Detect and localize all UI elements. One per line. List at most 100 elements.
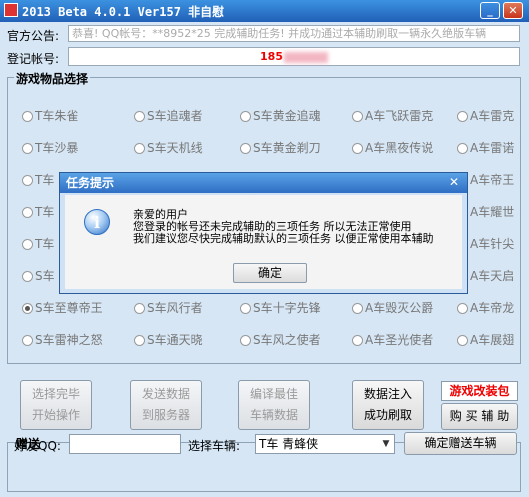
radio-button-icon[interactable] [134,143,145,154]
item-radio-label: S车通天晓 [147,333,203,347]
task-dialog: 任务提示 ✕ i 亲爱的用户 您登录的帐号还未完成辅助的三项任务 所以无法正常使… [59,172,468,294]
item-radio-label: S车 [35,269,55,283]
compile-data-button[interactable]: 编译最佳 车辆数据 [238,380,310,430]
item-radio[interactable]: T车 [22,172,54,188]
item-radio[interactable]: S车至尊帝王 [22,300,103,316]
item-radio-label: S车黄金追魂 [253,109,321,123]
radio-button-icon[interactable] [22,303,33,314]
item-radio[interactable]: A车帝龙 [457,300,514,316]
item-radio-label: S车追魂者 [147,109,203,123]
item-radio[interactable]: A车展翅 [457,332,514,348]
notice-label: 官方公告: [7,29,60,43]
item-radio[interactable]: A车雷诺 [457,140,514,156]
account-field: 185 [68,47,520,66]
item-radio[interactable]: A车黑夜传说 [352,140,433,156]
radio-button-icon[interactable] [457,335,468,346]
item-radio-label: S车黄金剃刀 [253,141,321,155]
info-icon: i [84,209,110,235]
item-radio[interactable]: S车风行者 [134,300,203,316]
close-button[interactable]: ✕ [503,2,523,19]
radio-button-icon[interactable] [22,271,33,282]
close-icon[interactable]: ✕ [445,175,463,190]
item-radio-label: A车雷克 [470,109,515,123]
start-operation-button[interactable]: 选择完毕 开始操作 [20,380,92,430]
inject-data-button[interactable]: 数据注入 成功刷取 [352,380,424,430]
item-radio-label: S车雷神之怒 [35,333,103,347]
notice-field: 恭喜! QQ帐号：**8952*25 完成辅助任务! 并成功通过本辅助刷取一辆永… [68,25,520,42]
item-radio[interactable]: S车黄金追魂 [240,108,321,124]
radio-button-icon[interactable] [22,335,33,346]
item-radio[interactable]: S车风之使者 [240,332,321,348]
radio-button-icon[interactable] [22,175,33,186]
radio-button-icon[interactable] [22,111,33,122]
vehicle-label: 选择车辆: [188,439,241,453]
item-radio-label: A车帝王 [470,173,515,187]
item-radio[interactable]: S车 [22,268,55,284]
upgrade-pack-button[interactable]: 游戏改装包 [441,381,518,401]
item-radio-label: A车针尖 [470,237,515,251]
vehicle-select[interactable]: T车 青蜂侠 ▼ [255,434,395,454]
radio-button-icon[interactable] [240,335,251,346]
item-radio-label: A车天启 [470,269,515,283]
compile-data-line2: 车辆数据 [249,408,298,422]
radio-button-icon[interactable] [352,335,363,346]
radio-button-icon[interactable] [134,111,145,122]
item-radio-label: S车十字先锋 [253,301,321,315]
item-radio-label: S车天机线 [147,141,203,155]
start-operation-line1: 选择完毕 [31,387,80,401]
radio-button-icon[interactable] [352,111,363,122]
inject-data-line2: 成功刷取 [363,408,412,422]
item-radio-label: T车 [35,173,55,187]
radio-button-icon[interactable] [240,111,251,122]
radio-button-icon[interactable] [352,303,363,314]
buy-button[interactable]: 购 买 辅 助 [441,403,518,430]
item-radio[interactable]: T车 [22,204,54,220]
confirm-gift-button[interactable]: 确定赠送车辆 [404,432,517,455]
dialog-message-line3: 我们建议您尽快完成辅助默认的三项任务 以便正常使用本辅助 [133,232,434,245]
item-radio-label: S车风之使者 [253,333,321,347]
radio-button-icon[interactable] [22,207,33,218]
radio-button-icon[interactable] [352,143,363,154]
item-radio-label: A车帝龙 [470,301,515,315]
chevron-down-icon[interactable]: ▼ [378,435,394,453]
radio-button-icon[interactable] [134,335,145,346]
item-radio[interactable]: A车雷克 [457,108,514,124]
item-radio-label: A车圣光使者 [365,333,434,347]
dialog-ok-button[interactable]: 确定 [233,263,307,283]
window-title: 2013 Beta 4.0.1 Ver157 非自慰 [22,5,225,19]
item-radio[interactable]: S车雷神之怒 [22,332,103,348]
item-radio[interactable]: T车朱雀 [22,108,78,124]
friend-qq-label: 好友QQ: [14,439,61,453]
item-radio[interactable]: S车黄金剃刀 [240,140,321,156]
item-radio[interactable]: A车圣光使者 [352,332,433,348]
radio-button-icon[interactable] [240,303,251,314]
item-radio[interactable]: S车天机线 [134,140,203,156]
compile-data-line1: 编译最佳 [249,387,298,401]
dialog-title: 任务提示 [60,173,467,193]
item-radio[interactable]: S车通天晓 [134,332,203,348]
radio-button-icon[interactable] [22,239,33,250]
radio-button-icon[interactable] [134,303,145,314]
item-radio-label: A车雷诺 [470,141,515,155]
dialog-title-text: 任务提示 [66,176,115,190]
item-radio-label: T车 [35,205,55,219]
radio-button-icon[interactable] [457,303,468,314]
item-radio[interactable]: A车飞跃雷克 [352,108,433,124]
radio-button-icon[interactable] [457,111,468,122]
account-value: 185 [260,50,283,63]
item-radio[interactable]: T车 [22,236,54,252]
item-radio[interactable]: S车十字先锋 [240,300,321,316]
minimize-button[interactable]: _ [480,2,500,19]
friend-qq-input[interactable] [69,434,181,454]
start-operation-line2: 开始操作 [31,408,80,422]
radio-button-icon[interactable] [457,143,468,154]
item-radio[interactable]: A车毁灭公爵 [352,300,433,316]
item-radio[interactable]: S车追魂者 [134,108,203,124]
title-bar: 2013 Beta 4.0.1 Ver157 非自慰 _ ✕ [0,0,529,22]
radio-button-icon[interactable] [240,143,251,154]
item-radio-label: T车 [35,237,55,251]
item-radio-label: S车至尊帝王 [35,301,103,315]
send-data-button[interactable]: 发送数据 到服务器 [130,380,202,430]
item-radio[interactable]: T车沙暴 [22,140,78,156]
radio-button-icon[interactable] [22,143,33,154]
